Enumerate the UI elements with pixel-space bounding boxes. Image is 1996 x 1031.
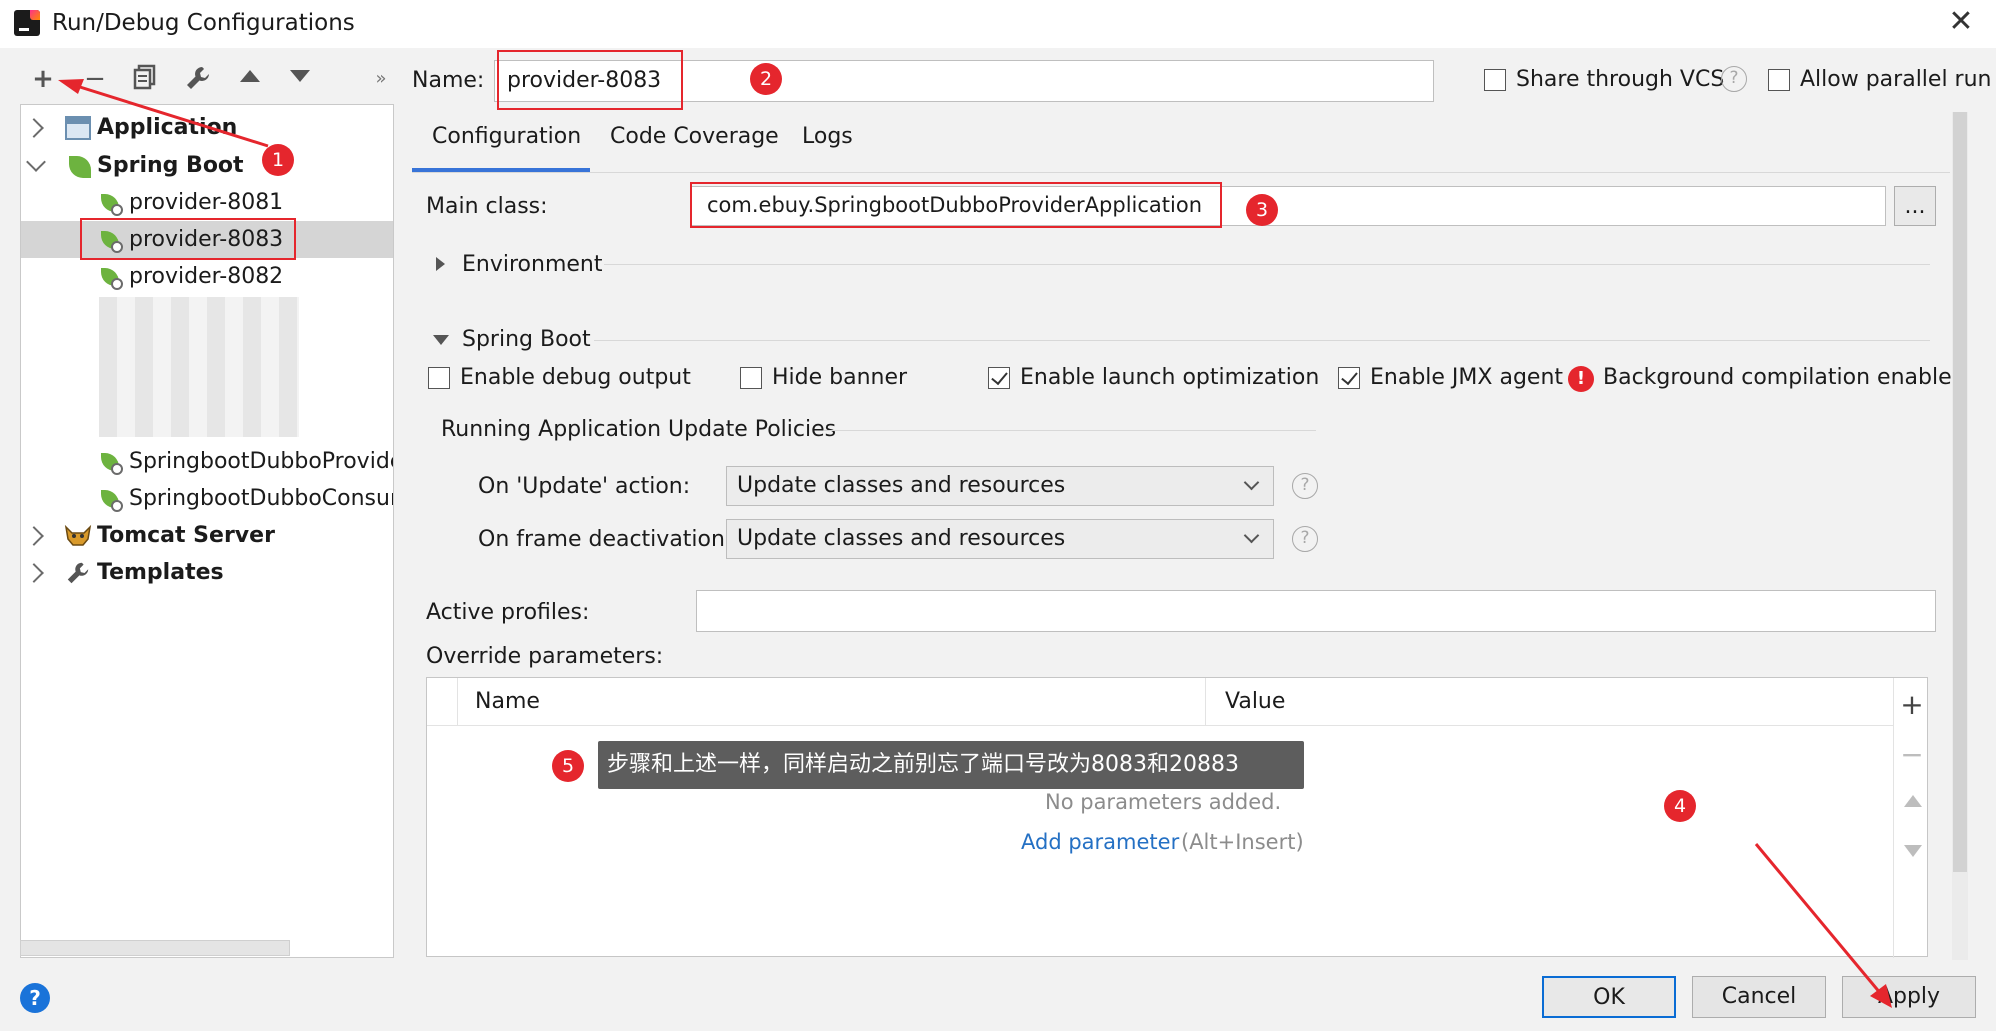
arrowhead-icon xyxy=(1870,984,1892,1008)
arrow-to-apply-button xyxy=(1754,843,1888,1001)
arrowhead-icon xyxy=(58,79,84,94)
arrow-to-add-button xyxy=(63,80,269,148)
annotation-arrows xyxy=(58,79,1892,1008)
